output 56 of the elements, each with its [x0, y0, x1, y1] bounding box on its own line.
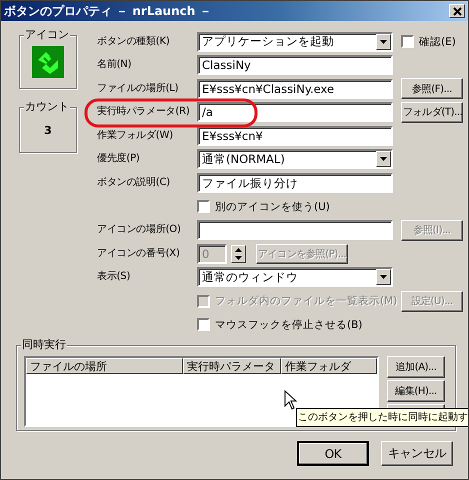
caret-icon — [380, 40, 387, 44]
window-title: ボタンのプロパティ － nrLaunch － — [4, 2, 212, 20]
field-label: アイコンの場所(O) — [97, 223, 181, 238]
dropdown-button[interactable] — [376, 269, 391, 286]
input-field[interactable]: E¥sss¥cn¥ — [197, 126, 393, 146]
field-label: ボタンの種類(K) — [97, 34, 170, 48]
close-button[interactable] — [449, 4, 465, 18]
button[interactable]: 参照(F)... — [401, 78, 463, 100]
group-title: アイコン — [24, 28, 70, 42]
dropdown[interactable]: 通常のウィンドウ — [197, 267, 393, 288]
caret-icon — [380, 275, 387, 280]
field-label: 名前(N) — [97, 58, 132, 72]
checkbox[interactable] — [401, 35, 414, 48]
button[interactable]: 追加(A)... — [387, 356, 445, 378]
group-title: カウント — [24, 100, 70, 114]
input-field[interactable]: ClassiNy — [197, 55, 393, 76]
caret-icon — [380, 157, 387, 162]
column-header[interactable]: ファイルの場所 — [26, 358, 183, 374]
tooltip: このボタンを押した時に同時に起動す — [296, 408, 468, 427]
button[interactable]: キャンセル — [381, 441, 453, 466]
button[interactable]: 編集(H)... — [387, 380, 445, 402]
close-icon — [452, 6, 462, 16]
dropdown-value: アプリケーションを起動 — [202, 34, 334, 49]
column-header[interactable]: 実行時パラメータ — [183, 358, 281, 374]
app-icon — [32, 46, 64, 78]
input-field[interactable]: E¥sss¥cn¥ClassiNy.exe — [197, 78, 393, 99]
field-label: 作業フォルダ(W) — [97, 128, 173, 143]
checkbox-label: 別のアイコンを使う(U) — [215, 200, 330, 214]
cursor-icon — [284, 390, 298, 411]
checkbox-label: フォルダ内のファイルを一覧表示(M) — [215, 294, 398, 308]
checkbox-label: 確認(E) — [419, 34, 456, 48]
input-field[interactable]: ファイル振り分け — [197, 173, 393, 194]
dropdown-button[interactable] — [376, 151, 391, 168]
field-label: ファイルの場所(L) — [97, 82, 178, 96]
count-value: 3 — [44, 124, 52, 136]
up-down-icon — [232, 246, 245, 262]
spin-button[interactable] — [231, 244, 246, 263]
checkbox-label: マウスフックを停止させる(B) — [215, 318, 362, 332]
dropdown[interactable]: アプリケーションを起動 — [197, 32, 393, 52]
field-label: 実行時パラメータ(R) — [97, 105, 190, 120]
field-label: 表示(S) — [97, 270, 130, 284]
button[interactable]: OK — [297, 441, 369, 466]
dropdown-button[interactable] — [376, 34, 391, 50]
button[interactable]: フォルダ(T)... — [401, 102, 463, 123]
dropdown-value: 通常(NORMAL) — [202, 152, 285, 167]
field-label: ボタンの説明(C) — [97, 176, 170, 190]
dropdown-value: 通常のウィンドウ — [202, 270, 298, 285]
field-label: アイコンの番号(X) — [97, 246, 180, 261]
checkbox[interactable] — [197, 318, 210, 332]
dropdown[interactable]: 通常(NORMAL) — [197, 149, 393, 170]
group-title: 同時実行 — [21, 338, 67, 352]
checkbox[interactable] — [197, 200, 210, 214]
field-label: 優先度(P) — [97, 152, 140, 166]
input-field[interactable]: /a — [197, 102, 393, 122]
input-field[interactable] — [197, 220, 393, 240]
column-header[interactable]: 作業フォルダ — [281, 358, 377, 374]
